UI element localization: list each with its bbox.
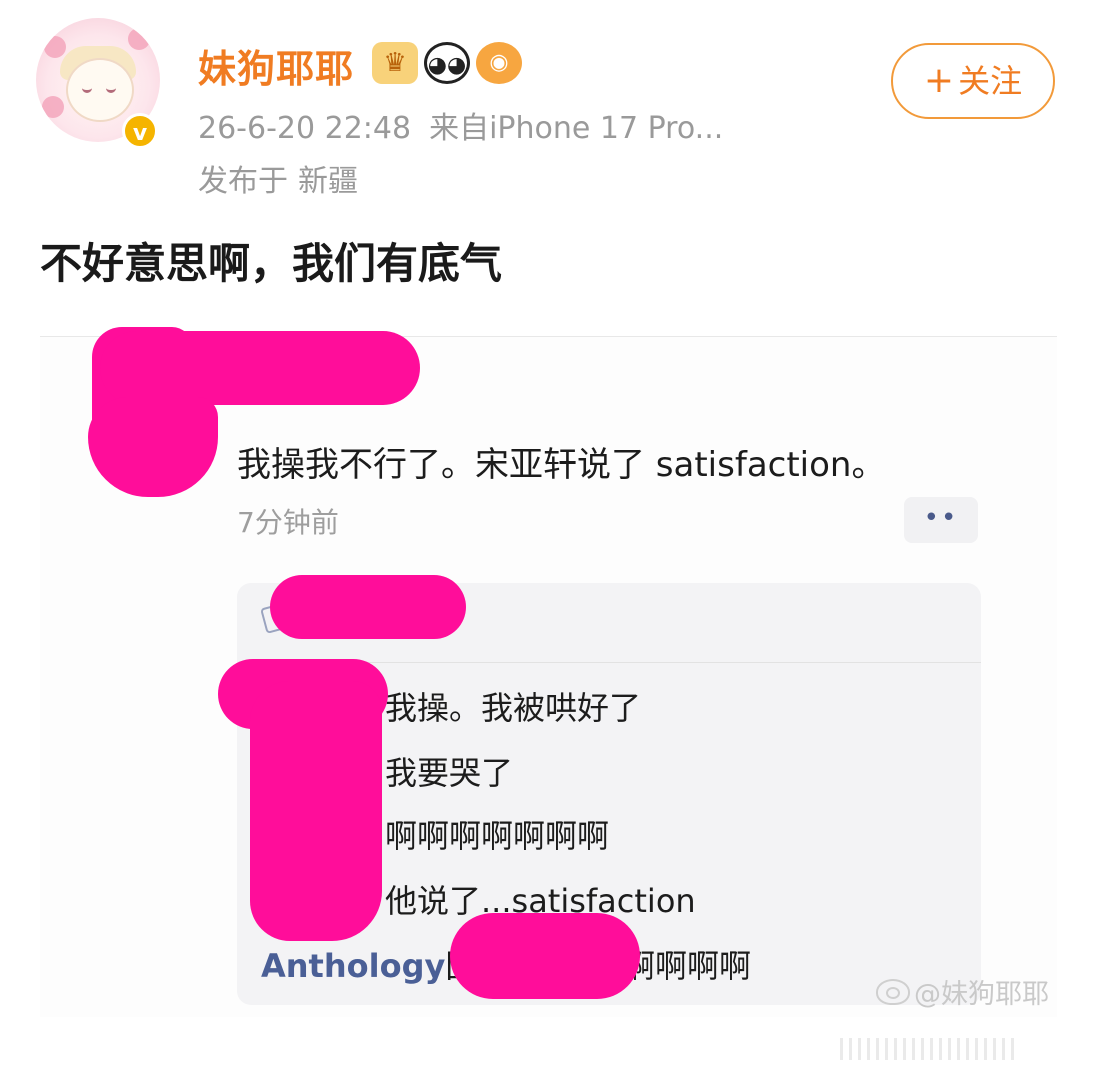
rose-decoration (128, 28, 150, 50)
follow-label: 关注 (958, 62, 1023, 100)
post-location: 发布于 新疆 (198, 156, 358, 200)
watermark-text: @妹狗耶耶 (914, 979, 1049, 1010)
username[interactable]: 妹狗耶耶 (198, 38, 354, 93)
post-meta: 26-6-20 22:48 来自iPhone 17 Pro... (198, 103, 723, 147)
watermark: @妹狗耶耶 (876, 972, 1049, 1011)
rose-decoration (44, 36, 66, 58)
verified-icon: v (122, 113, 158, 149)
reply-footer-tail: 啊啊啊啊 (623, 947, 752, 985)
comment-text: 我操我不行了。宋亚轩说了 satisfaction。 (237, 445, 886, 485)
user-badges: ♛ ◕◕ ◉ (372, 42, 522, 84)
location-name: 新疆 (298, 164, 358, 199)
reply-line: 啊啊啊啊啊啊啊 (385, 817, 610, 855)
post-text: 不好意思啊，我们有底气 (40, 239, 503, 288)
crown-icon[interactable]: ♛ (372, 42, 418, 84)
fish-icon[interactable]: ◉ (476, 42, 522, 84)
post-source: 来自iPhone 17 Pro... (429, 111, 724, 146)
reply-line: 我要哭了 (385, 754, 514, 792)
reply-author: Anthology (261, 947, 446, 985)
location-prefix: 发布于 (198, 164, 288, 199)
weibo-logo-icon (876, 978, 910, 1005)
rose-decoration (42, 96, 64, 118)
follow-button[interactable]: + 关注 (891, 43, 1055, 119)
plus-icon: + (923, 60, 955, 101)
weibo-post-page: v 妹狗耶耶 ♛ ◕◕ ◉ 26-6-20 22:48 来自iPhone 17 P… (0, 0, 1096, 1080)
comment-time: 7分钟前 (237, 506, 339, 539)
embedded-screenshot[interactable]: 我操我不行了。宋亚轩说了 satisfaction。 7分钟前 •• 我操。我被… (40, 327, 1057, 1017)
reply-line: 我操。我被哄好了 (385, 689, 642, 727)
avatar-face (66, 58, 134, 122)
signature-scribble (840, 1038, 1020, 1060)
panda-icon[interactable]: ◕◕ (424, 42, 470, 84)
divider (367, 662, 981, 663)
post-timestamp: 26-6-20 22:48 (198, 111, 412, 146)
more-options-button: •• (904, 497, 978, 543)
reply-footer: Anthology回 啊啊啊啊 (261, 941, 751, 987)
censor-scribble (100, 331, 420, 405)
censor-scribble (270, 575, 466, 639)
censor-scribble (450, 913, 640, 999)
censor-scribble (250, 681, 382, 941)
censor-scribble (88, 397, 218, 497)
